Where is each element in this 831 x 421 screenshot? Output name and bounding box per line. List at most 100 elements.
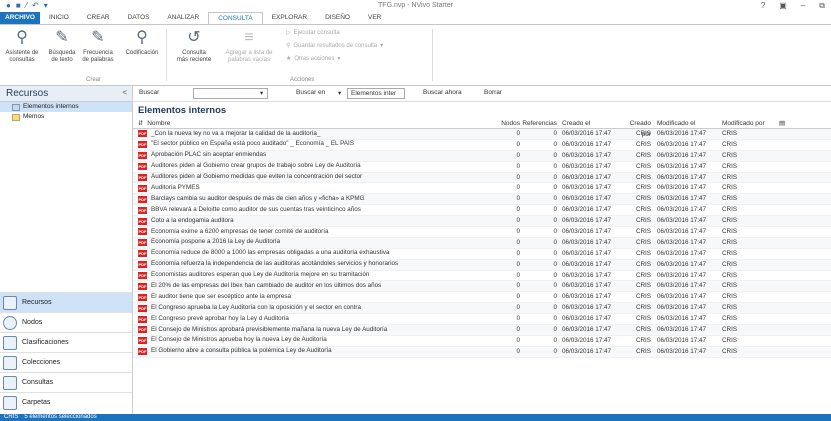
nodes-icon bbox=[3, 315, 17, 330]
tab-ver[interactable]: VER bbox=[359, 12, 390, 24]
column-header-created-by[interactable]: Creado por bbox=[621, 118, 654, 138]
tab-crear[interactable]: CREAR bbox=[78, 12, 119, 24]
table-row[interactable]: PDF El Congreso aprueba la Ley Auditoría … bbox=[133, 303, 831, 315]
tab-explorar[interactable]: EXPLORAR bbox=[263, 12, 316, 24]
nav-recursos[interactable]: Recursos bbox=[0, 292, 132, 312]
nav-nodos[interactable]: Nodos bbox=[0, 312, 132, 332]
column-options-icon[interactable]: ▤ bbox=[779, 118, 791, 128]
row-modified-by: CRIS bbox=[722, 184, 738, 192]
tab-consulta[interactable]: CONSULTA bbox=[208, 12, 263, 24]
row-name-text: Economía refuerza la independencia de la… bbox=[151, 260, 399, 268]
tree-item-internals[interactable]: Elementos internos bbox=[0, 102, 132, 112]
table-row[interactable]: PDF Economía exime a 6200 empresas de ten… bbox=[133, 227, 831, 238]
table-row[interactable]: PDF El Congreso prevé aprobar hoy la Ley … bbox=[133, 314, 831, 326]
column-header-created[interactable]: Creado el bbox=[559, 118, 621, 128]
column-header-modified[interactable]: Modificado el bbox=[654, 118, 719, 128]
collapse-pane-icon[interactable]: < bbox=[122, 88, 127, 97]
table-row[interactable]: PDF BBVA relevará a Deloitte como auditor… bbox=[133, 205, 831, 217]
word-frequency-label-2: de palabras bbox=[82, 57, 114, 63]
table-body: PDF _Con la nueva ley no va a mejorar la … bbox=[133, 129, 831, 358]
table-row[interactable]: PDF Auditores piden al Gobierno crear gru… bbox=[133, 162, 831, 173]
table-row[interactable]: PDF Economía pospone a 2016 la Ley de Aud… bbox=[133, 237, 831, 249]
help-icon[interactable]: ? bbox=[761, 1, 765, 11]
nav-colecciones[interactable]: Colecciones bbox=[0, 352, 132, 372]
table-row[interactable]: PDF Economía refuerza la independencia de… bbox=[133, 259, 831, 271]
row-name-text: El Consejo de Ministros aprobará previsi… bbox=[151, 325, 388, 333]
search-in-label[interactable]: Buscar en bbox=[296, 89, 325, 96]
row-nodes: 0 bbox=[516, 184, 520, 192]
table-row[interactable]: PDF Coto a la endogamia auditora 0 0 06/03/2… bbox=[133, 216, 831, 228]
ribbon-display-icon[interactable]: ▣ bbox=[779, 1, 787, 11]
row-name-text: Economía reduce de 8000 a 1000 las empre… bbox=[151, 249, 390, 257]
row-name: PDF BBVA relevará a Deloitte como auditor… bbox=[133, 205, 490, 215]
row-modified-by: CRIS bbox=[722, 173, 738, 181]
tree-item-label: Memos bbox=[23, 113, 45, 120]
tab-inicio[interactable]: INICIO bbox=[40, 12, 78, 24]
chevron-down-icon[interactable]: ▾ bbox=[260, 89, 263, 97]
row-references: 0 bbox=[553, 162, 557, 170]
search-input[interactable] bbox=[193, 88, 268, 99]
query-wizard-button[interactable]: ⚲ Asistente de consultas bbox=[2, 28, 42, 64]
row-created: 06/03/2016 17:47 bbox=[562, 217, 612, 225]
word-frequency-button[interactable]: ✎ Frecuencia de palabras bbox=[78, 28, 118, 64]
tree-item-memos[interactable]: Memos bbox=[0, 112, 132, 122]
search-scope-field[interactable]: Elementos inter bbox=[347, 88, 405, 99]
clear-button[interactable]: Borrar bbox=[484, 89, 502, 96]
row-modified: 06/03/2016 17:47 bbox=[657, 195, 707, 203]
row-modified-by: CRIS bbox=[722, 195, 738, 203]
row-references: 0 bbox=[553, 282, 557, 290]
tab-diseno[interactable]: DISEÑO bbox=[316, 12, 359, 24]
row-created: 06/03/2016 17:47 bbox=[562, 260, 612, 268]
row-created-by: CRIS bbox=[635, 238, 651, 246]
pdf-icon: PDF bbox=[138, 337, 147, 345]
row-name-text: Aprobación PLAC sin aceptar enmiendas bbox=[151, 151, 267, 159]
add-stopwords-button[interactable]: ≡ Agregar a lista de palabras vacías bbox=[220, 28, 278, 64]
pdf-icon: PDF bbox=[138, 293, 147, 301]
row-created-by: CRIS bbox=[635, 130, 651, 137]
column-header-modified-by[interactable]: Modificado por bbox=[719, 118, 779, 128]
row-modified-by: CRIS bbox=[722, 140, 738, 148]
last-query-button[interactable]: ↺ Consulta más reciente bbox=[172, 28, 216, 64]
row-created: 06/03/2016 17:47 bbox=[562, 130, 612, 137]
nav-consultas[interactable]: Consultas bbox=[0, 372, 132, 392]
column-header-nodes[interactable]: Nodos bbox=[490, 118, 522, 128]
table-row[interactable]: PDF Auditores piden al Gobierno medidas q… bbox=[133, 172, 831, 184]
row-modified-by: CRIS bbox=[722, 293, 738, 301]
table-row[interactable]: PDF El Consejo de Ministros aprobará prev… bbox=[133, 325, 831, 336]
add-stopwords-label-1: Agregar a lista de bbox=[225, 50, 273, 56]
table-row[interactable]: PDF "El sector público en España está poc… bbox=[133, 140, 831, 151]
row-references: 0 bbox=[553, 151, 557, 159]
chevron-down-icon[interactable]: ▾ bbox=[338, 89, 341, 97]
nav-clasificaciones[interactable]: Clasificaciones bbox=[0, 332, 132, 352]
text-search-button[interactable]: ✎ Búsqueda de texto bbox=[44, 28, 80, 64]
minimize-icon[interactable]: – bbox=[801, 1, 805, 11]
other-actions-command[interactable]: ★ Otras acciones ▾ bbox=[286, 55, 340, 63]
table-row[interactable]: PDF Economistas auditores esperan que Ley… bbox=[133, 271, 831, 282]
table-row[interactable]: PDF Aprobación PLAC sin aceptar enmiendas… bbox=[133, 150, 831, 162]
save-results-command[interactable]: ⚲ Guardar resultados de consulta ▾ bbox=[286, 42, 383, 50]
tab-datos[interactable]: DATOS bbox=[119, 12, 159, 24]
row-nodes: 0 bbox=[516, 347, 520, 355]
restore-icon[interactable]: ⧉ bbox=[819, 1, 825, 11]
table-row[interactable]: PDF Auditoria PYMES 0 0 06/03/2016 17:47 CRIS… bbox=[133, 183, 831, 195]
table-row[interactable]: PDF El auditor tiene que ser escéptico an… bbox=[133, 292, 831, 304]
table-row[interactable]: PDF El 20% de las empresas del Ibex han c… bbox=[133, 281, 831, 293]
column-header-references[interactable]: Referencias bbox=[522, 118, 559, 128]
tab-analizar[interactable]: ANALIZAR bbox=[158, 12, 208, 24]
row-modified: 06/03/2016 17:47 bbox=[657, 184, 707, 192]
table-row[interactable]: PDF Economía reduce de 8000 a 1000 las em… bbox=[133, 249, 831, 260]
table-row[interactable]: PDF El Consejo de Ministros aprueba hoy l… bbox=[133, 336, 831, 347]
run-query-command[interactable]: ▷ Ejecutar consulta bbox=[286, 29, 340, 37]
table-row[interactable]: PDF _Con la nueva ley no va a mejorar la … bbox=[133, 129, 831, 140]
nav-carpetas[interactable]: Carpetas bbox=[0, 392, 132, 412]
find-now-button[interactable]: Buscar ahora bbox=[423, 89, 462, 96]
table-row[interactable]: PDF El Gobierno abre a consulta pública l… bbox=[133, 346, 831, 358]
tab-archivo[interactable]: ARCHIVO bbox=[0, 12, 40, 24]
row-modified: 06/03/2016 17:47 bbox=[657, 260, 707, 268]
column-header-name[interactable]: ⮃ Nombre bbox=[133, 118, 490, 128]
table-row[interactable]: PDF Barclays cambia su auditor después de… bbox=[133, 194, 831, 206]
row-created: 06/03/2016 17:47 bbox=[562, 304, 612, 312]
row-references: 0 bbox=[553, 336, 557, 344]
query-wizard-label-2: consultas bbox=[9, 57, 35, 63]
coding-query-button[interactable]: ⚲ Codificación bbox=[120, 28, 164, 57]
